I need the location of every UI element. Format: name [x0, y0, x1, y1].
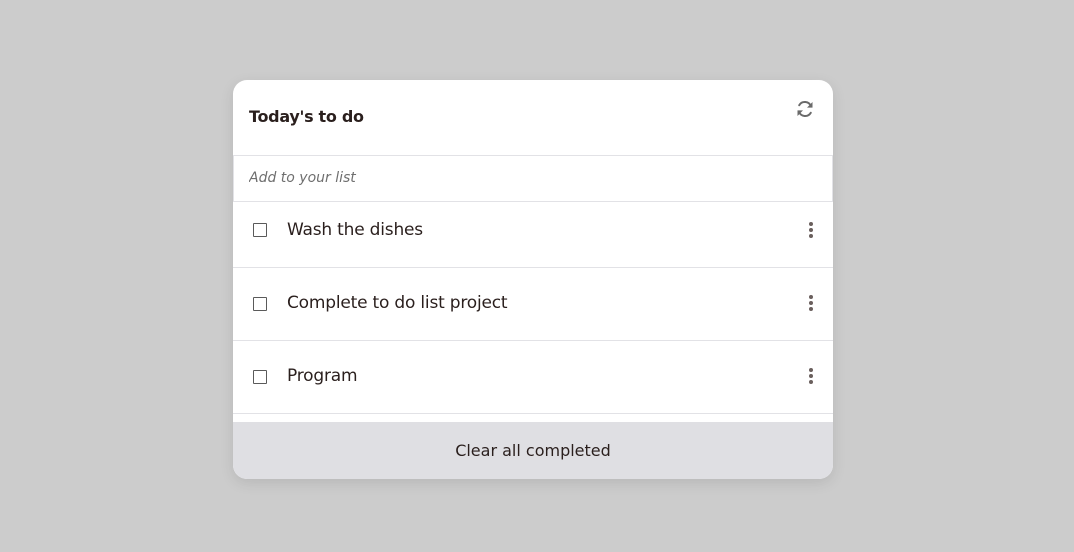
item-label: Wash the dishes: [287, 220, 423, 240]
card-header: Today's to do: [233, 80, 833, 156]
item-label: Complete to do list project: [287, 293, 508, 313]
clear-completed-button[interactable]: Clear all completed: [233, 422, 833, 479]
item-checkbox[interactable]: [253, 223, 267, 237]
list-item: Complete to do list project: [233, 268, 833, 341]
item-checkbox[interactable]: [253, 370, 267, 384]
list-item: Program: [233, 341, 833, 414]
add-item-input[interactable]: [249, 156, 809, 200]
list-item: Wash the dishes: [233, 202, 833, 268]
item-label: Program: [287, 366, 358, 386]
todo-card: Today's to do Wash the dishes Complete t…: [233, 80, 833, 479]
refresh-icon[interactable]: [795, 99, 815, 119]
todo-list: Wash the dishes Complete to do list proj…: [233, 202, 833, 422]
more-options-icon[interactable]: [807, 295, 815, 313]
more-options-icon[interactable]: [807, 222, 815, 240]
page-title: Today's to do: [249, 107, 364, 126]
add-item-row: [233, 156, 833, 202]
more-options-icon[interactable]: [807, 368, 815, 386]
item-checkbox[interactable]: [253, 297, 267, 311]
